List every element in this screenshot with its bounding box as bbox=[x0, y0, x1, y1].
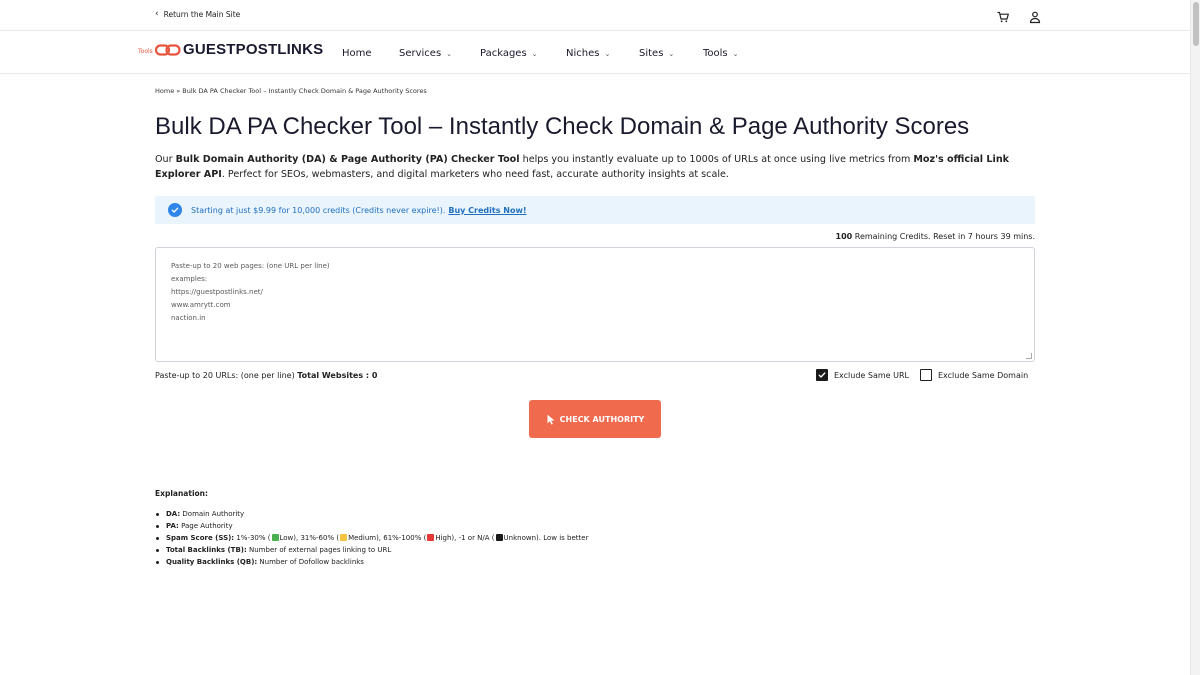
placeholder-line: naction.in bbox=[171, 314, 206, 322]
spam-score-medium: Medium), 61%-100% ( bbox=[348, 534, 427, 542]
page-scrollbar[interactable] bbox=[1190, 0, 1200, 675]
chevron-down-icon: ⌄ bbox=[604, 49, 611, 58]
return-main-site-link[interactable]: ‹ Return the Main Site bbox=[155, 9, 241, 20]
top-icons bbox=[996, 9, 1042, 24]
intro-bold-tool-name: Bulk Domain Authority (DA) & Page Author… bbox=[175, 154, 520, 165]
chevron-left-icon: ‹ bbox=[155, 9, 159, 19]
exclude-same-url-label: Exclude Same URL bbox=[834, 370, 909, 380]
intro-text-2: helps you instantly evaluate up to 1000s… bbox=[519, 154, 914, 165]
explanation-desc: Number of external pages linking to URL bbox=[246, 546, 392, 554]
nav-sites[interactable]: Sites ⌄ bbox=[639, 48, 674, 59]
list-item: DA: Domain Authority bbox=[155, 508, 588, 520]
textarea-resize-handle[interactable] bbox=[1026, 353, 1032, 359]
unknown-swatch bbox=[495, 534, 503, 541]
explanation-desc: Domain Authority bbox=[180, 510, 245, 518]
check-authority-button[interactable]: CHECK AUTHORITY bbox=[529, 400, 661, 438]
explanation-term: Spam Score (SS): bbox=[166, 534, 235, 542]
spam-score-high: High), -1 or N/A ( bbox=[435, 534, 495, 542]
credits-banner: Starting at just $9.99 for 10,000 credit… bbox=[155, 196, 1035, 224]
list-item: Spam Score (SS): 1%-30% ( Low), 31%-60% (… bbox=[155, 532, 588, 544]
list-item: Total Backlinks (TB): Number of external… bbox=[155, 544, 588, 556]
logo-subtitle: Tools bbox=[138, 48, 153, 55]
placeholder-line: examples: bbox=[171, 275, 208, 283]
nav-services-label: Services bbox=[399, 48, 442, 59]
scrollbar-thumb[interactable] bbox=[1193, 2, 1199, 46]
breadcrumb[interactable]: Home » Bulk DA PA Checker Tool – Instant… bbox=[155, 87, 427, 95]
nav-services[interactable]: Services ⌄ bbox=[399, 48, 452, 59]
explanation-term: DA: bbox=[166, 510, 181, 518]
nav-tools-label: Tools bbox=[703, 48, 728, 59]
chevron-down-icon: ⌄ bbox=[668, 49, 675, 58]
chevron-down-icon: ⌄ bbox=[531, 49, 538, 58]
placeholder-line: www.amrytt.com bbox=[171, 301, 231, 309]
explanation-title: Explanation: bbox=[155, 489, 209, 498]
exclude-same-domain-option[interactable]: Exclude Same Domain bbox=[920, 369, 1028, 381]
url-input-textarea[interactable]: Paste-up to 20 web pages: (one URL per l… bbox=[155, 247, 1035, 362]
nav-home[interactable]: Home bbox=[342, 48, 372, 59]
nav-niches-label: Niches bbox=[566, 48, 600, 59]
exclude-same-url-checkbox[interactable] bbox=[816, 369, 828, 381]
logo-text: GUESTPOSTLINKS bbox=[183, 41, 324, 58]
exclude-same-domain-label: Exclude Same Domain bbox=[938, 370, 1029, 380]
list-item: PA: Page Authority bbox=[155, 520, 588, 532]
explanation-desc: Number of Dofollow backlinks bbox=[257, 558, 364, 566]
nav-packages-label: Packages bbox=[480, 48, 527, 59]
nav-packages[interactable]: Packages ⌄ bbox=[480, 48, 538, 59]
remaining-credits: 100 Remaining Credits. Reset in 7 hours … bbox=[836, 232, 1036, 241]
nav-niches[interactable]: Niches ⌄ bbox=[566, 48, 610, 59]
return-main-site-label: Return the Main Site bbox=[163, 10, 241, 19]
list-item: Quality Backlinks (QB): Number of Dofoll… bbox=[155, 556, 588, 568]
medium-swatch bbox=[340, 534, 348, 541]
nav-sites-label: Sites bbox=[639, 48, 664, 59]
check-authority-label: CHECK AUTHORITY bbox=[559, 414, 645, 424]
helper-text: Paste-up to 20 URLs: (one per line) bbox=[155, 371, 298, 380]
spam-score-unknown: Unknown). Low is better bbox=[503, 534, 589, 542]
site-logo[interactable]: GUESTPOSTLINKS bbox=[155, 41, 323, 58]
nav-home-label: Home bbox=[342, 48, 372, 59]
explanation-desc: Page Authority bbox=[178, 522, 233, 530]
cart-icon[interactable] bbox=[996, 9, 1010, 23]
explanation-list: DA: Domain Authority PA: Page Authority … bbox=[155, 508, 588, 568]
url-helper-text: Paste-up to 20 URLs: (one per line) Tota… bbox=[155, 371, 377, 380]
explanation-term: Quality Backlinks (QB): bbox=[166, 558, 258, 566]
exclude-same-domain-checkbox[interactable] bbox=[920, 369, 932, 381]
nav-tools[interactable]: Tools ⌄ bbox=[703, 48, 739, 59]
cursor-arrow-icon bbox=[547, 414, 555, 425]
explanation-term: Total Backlinks (TB): bbox=[166, 546, 247, 554]
intro-paragraph: Our Bulk Domain Authority (DA) & Page Au… bbox=[155, 152, 1035, 182]
placeholder-line: Paste-up to 20 web pages: (one URL per l… bbox=[171, 262, 330, 270]
chevron-down-icon: ⌄ bbox=[732, 49, 739, 58]
high-swatch bbox=[427, 534, 435, 541]
explanation-term: PA: bbox=[166, 522, 179, 530]
banner-text: Starting at just $9.99 for 10,000 credit… bbox=[191, 205, 446, 215]
remaining-credits-text: Remaining Credits. Reset in 7 hours 39 m… bbox=[852, 232, 1035, 241]
chevron-down-icon: ⌄ bbox=[446, 49, 453, 58]
exclude-same-url-option[interactable]: Exclude Same URL bbox=[816, 369, 909, 381]
intro-text-1: Our bbox=[155, 154, 176, 165]
placeholder-line: https://guestpostlinks.net/ bbox=[171, 288, 263, 296]
total-websites-count: Total Websites : 0 bbox=[297, 371, 378, 380]
spam-score-text: 1%-30% ( bbox=[234, 534, 271, 542]
check-circle-icon bbox=[168, 203, 182, 217]
page-title: Bulk DA PA Checker Tool – Instantly Chec… bbox=[155, 113, 970, 140]
intro-text-3: . Perfect for SEOs, webmasters, and digi… bbox=[221, 169, 729, 180]
logo-mark-icon bbox=[155, 43, 181, 56]
low-swatch bbox=[271, 534, 279, 541]
user-icon[interactable] bbox=[1028, 9, 1042, 24]
spam-score-low: Low), 31%-60% ( bbox=[279, 534, 340, 542]
remaining-credits-count: 100 bbox=[835, 232, 853, 241]
main-navbar: GUESTPOSTLINKS Tools Home Services ⌄ Pac… bbox=[0, 31, 1190, 74]
utility-bar: ‹ Return the Main Site bbox=[0, 0, 1190, 31]
buy-credits-link[interactable]: Buy Credits Now! bbox=[448, 206, 526, 215]
